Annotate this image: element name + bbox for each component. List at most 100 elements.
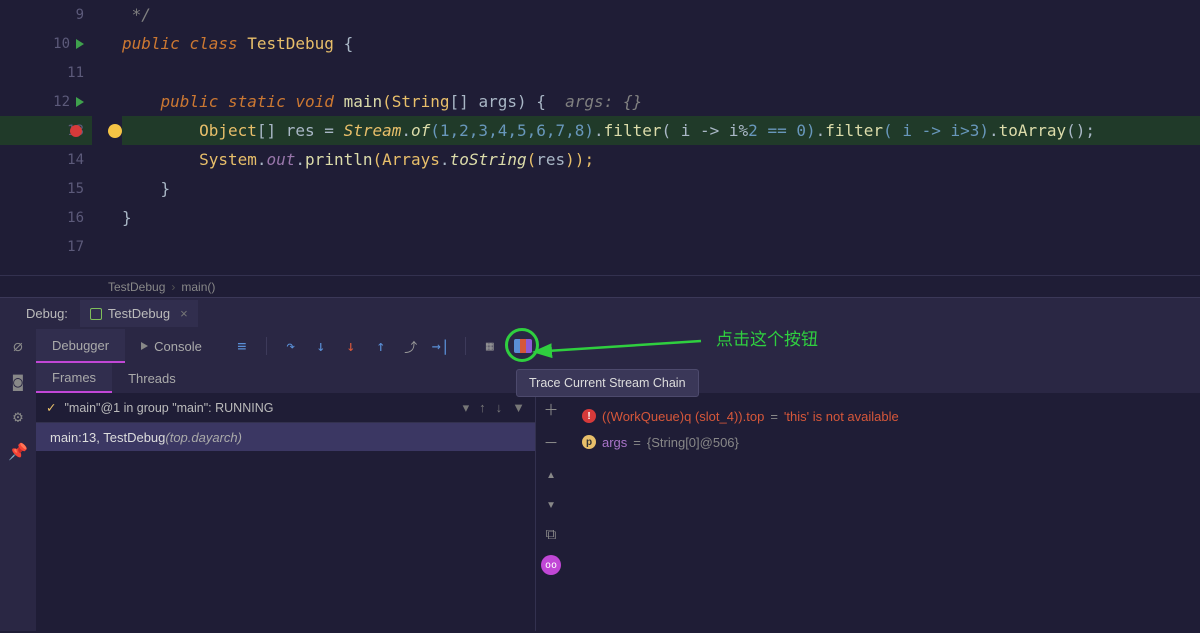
show-execution-point-icon[interactable]: ≡ (234, 338, 250, 354)
debug-panel: ∅ ◙ ⚙ 📌 ↻ ⊘ Debugger Console ≡ ↷ ↓ ↓ ↑ ⤴… (0, 329, 1200, 631)
breadcrumb-item[interactable]: main() (181, 280, 215, 294)
breakpoint-icon[interactable] (70, 125, 82, 137)
evaluate-expression-icon[interactable]: ▦ (482, 338, 498, 354)
gutter-line[interactable]: 16 (0, 203, 92, 232)
param-icon: p (582, 435, 596, 449)
gutter-line[interactable]: 10 (0, 29, 92, 58)
glasses-icon[interactable]: oo (541, 555, 561, 575)
variable-row[interactable]: p args = {String[0]@506} (582, 429, 1184, 455)
gutter-line[interactable]: 13 (0, 116, 92, 145)
code-text: ( (527, 150, 537, 169)
editor-far-rail: ∅ ◙ ⚙ 📌 (0, 329, 36, 631)
code-text: Object (199, 121, 257, 140)
plus-icon[interactable]: ＋ (543, 399, 558, 420)
close-icon[interactable]: × (180, 306, 188, 321)
breadcrumb[interactable]: TestDebug › main() (0, 275, 1200, 297)
chevron-right-icon: › (171, 280, 175, 294)
run-icon[interactable] (76, 39, 84, 49)
tab-console[interactable]: Console (125, 329, 218, 363)
tab-label: Frames (52, 370, 96, 385)
code-text: ( i -> i (661, 121, 738, 140)
arrow-up-icon[interactable]: ↑ (479, 400, 486, 416)
play-icon (141, 342, 148, 350)
line-number: 10 (53, 36, 70, 52)
var-eq: = (770, 409, 778, 424)
arrow-down-icon[interactable]: ↓ (496, 400, 503, 416)
camera-icon[interactable]: ◙ (13, 372, 23, 391)
tab-debugger[interactable]: Debugger (36, 329, 125, 363)
variable-row[interactable]: ! ((WorkQueue)q (slot_4)).top = 'this' i… (582, 403, 1184, 429)
tab-threads[interactable]: Threads (112, 363, 192, 393)
code-text: ) { (517, 92, 565, 111)
copy-icon[interactable]: ⧉ (546, 525, 557, 543)
tooltip: Trace Current Stream Chain (516, 369, 699, 397)
line-number: 17 (67, 239, 84, 255)
step-over-icon[interactable]: ↷ (283, 338, 299, 354)
lightbulb-icon[interactable] (108, 124, 122, 138)
frame-row[interactable]: main:13, TestDebug (top.dayarch) (36, 423, 535, 451)
code-text: ( i -> i>3) (883, 121, 989, 140)
breadcrumb-item[interactable]: TestDebug (108, 280, 165, 294)
code-text: Stream (344, 121, 402, 140)
code-text: . (594, 121, 604, 140)
gutter-line[interactable]: 14 (0, 145, 92, 174)
tab-label: Debugger (52, 338, 109, 353)
debug-main: Debugger Console ≡ ↷ ↓ ↓ ↑ ⤴ →| ▦ (36, 329, 1200, 631)
debug-tabs: Debugger Console ≡ ↷ ↓ ↓ ↑ ⤴ →| ▦ (36, 329, 1200, 363)
tab-label: Threads (128, 371, 176, 386)
debug-label: Debug: (26, 306, 68, 321)
gutter-line[interactable]: 15 (0, 174, 92, 203)
code-text: } (122, 208, 132, 227)
drop-frame-icon[interactable]: ⤴ (403, 338, 419, 354)
error-icon: ! (582, 409, 596, 423)
tab-frames[interactable]: Frames (36, 363, 112, 393)
code-text: res (286, 121, 325, 140)
run-icon[interactable] (76, 97, 84, 107)
variables-pane[interactable]: ! ((WorkQueue)q (slot_4)).top = 'this' i… (566, 393, 1200, 631)
annotation-arrow (541, 337, 711, 371)
debug-lower: ✓ "main"@1 in group "main": RUNNING ▾ ↑ … (36, 393, 1200, 631)
code-text: main (344, 92, 383, 111)
gear-icon[interactable]: ⚙ (13, 407, 23, 426)
code-text: { (344, 34, 354, 53)
line-number: 9 (76, 7, 84, 23)
step-into-icon[interactable]: ↓ (313, 338, 329, 354)
code-text: (1,2,3,4,5,6,7,8) (430, 121, 594, 140)
separator (465, 337, 466, 355)
chevron-down-icon[interactable]: ▾ (463, 400, 470, 416)
filter-icon[interactable]: ▼ (512, 400, 525, 416)
chevron-down-icon[interactable]: ▾ (546, 495, 555, 513)
code-text: public (161, 92, 228, 111)
annotation-text: 点击这个按钮 (716, 325, 818, 350)
thread-selector[interactable]: ✓ "main"@1 in group "main": RUNNING ▾ ↑ … (36, 393, 535, 423)
run-to-cursor-icon[interactable]: →| (433, 338, 449, 354)
var-name: args (602, 435, 627, 450)
gutter-line[interactable]: 11 (0, 58, 92, 87)
frames-pane: ✓ "main"@1 in group "main": RUNNING ▾ ↑ … (36, 393, 536, 631)
strike-icon[interactable]: ∅ (13, 337, 23, 356)
pin-icon[interactable]: 📌 (8, 442, 28, 461)
code-text: . (295, 150, 305, 169)
gutter-line[interactable]: 12 (0, 87, 92, 116)
force-step-into-icon[interactable]: ↓ (343, 338, 359, 354)
line-number: 16 (67, 210, 84, 226)
code-text: } (161, 179, 171, 198)
code-text: static (228, 92, 295, 111)
code-text: args (478, 92, 517, 111)
minus-icon[interactable]: － (543, 432, 558, 453)
code-text: [] (257, 121, 286, 140)
tab-label: Console (154, 339, 202, 354)
code-text: Arrays (382, 150, 440, 169)
trace-stream-button[interactable] (512, 335, 534, 357)
debug-session-tab[interactable]: TestDebug × (80, 300, 198, 327)
code-text: ( (372, 150, 382, 169)
chevron-up-icon[interactable]: ▴ (546, 465, 555, 483)
gutter: 9 10 11 12 13 14 15 16 17 (0, 0, 92, 275)
gutter-line[interactable]: 9 (0, 0, 92, 29)
gutter-line[interactable]: 17 (0, 232, 92, 261)
code-area[interactable]: */ public class TestDebug { public stati… (92, 0, 1200, 275)
bug-icon (90, 308, 102, 320)
check-icon: ✓ (46, 400, 56, 415)
code-text: of (411, 121, 430, 140)
step-out-icon[interactable]: ↑ (373, 338, 389, 354)
